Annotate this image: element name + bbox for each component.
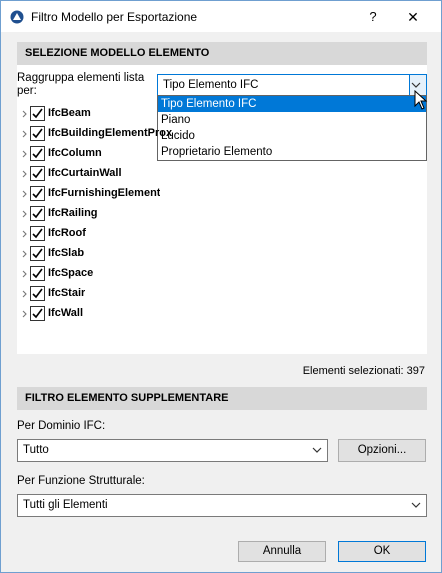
chevron-right-icon[interactable] (21, 188, 29, 200)
structural-value: Tutti gli Elementi (23, 499, 108, 511)
structural-label: Per Funzione Strutturale: (17, 475, 145, 487)
structural-dropdown[interactable]: Tutti gli Elementi (17, 494, 427, 517)
chevron-right-icon[interactable] (21, 108, 29, 120)
chevron-right-icon[interactable] (21, 248, 29, 260)
option-layer[interactable]: Lucido (158, 128, 426, 144)
tree-item[interactable]: IfcFurnishingElement (21, 185, 171, 203)
chevron-right-icon[interactable] (21, 128, 29, 140)
option-ifc-type[interactable]: Tipo Elemento IFC (158, 96, 426, 112)
checkmark-icon (32, 128, 43, 139)
options-button[interactable]: Opzioni... (338, 439, 426, 462)
tree-item-label: IfcWall (48, 307, 84, 319)
tree-item[interactable]: IfcColumn (21, 145, 171, 163)
checkbox[interactable] (30, 146, 45, 161)
checkmark-icon (32, 308, 43, 319)
tree-item[interactable]: IfcSpace (21, 265, 171, 283)
chevron-right-icon[interactable] (21, 288, 29, 300)
chevron-down-icon (312, 447, 322, 453)
tree-item[interactable]: IfcStair (21, 285, 171, 303)
checkmark-icon (32, 108, 43, 119)
chevron-right-icon[interactable] (21, 168, 29, 180)
checkbox[interactable] (30, 106, 45, 121)
tree-item-label: IfcStair (48, 287, 86, 299)
checkbox[interactable] (30, 306, 45, 321)
tree-item-label: IfcColumn (48, 147, 102, 159)
tree-item-label: IfcFurnishingElement (48, 187, 161, 199)
tree-item-label: IfcBuildingElementProxy (48, 127, 172, 139)
chevron-right-icon[interactable] (21, 308, 29, 320)
selected-count: Elementi selezionati: 397 (302, 365, 425, 377)
help-button[interactable]: ? (363, 7, 383, 27)
checkmark-icon (32, 148, 43, 159)
group-by-options-list: Tipo Elemento IFC Piano Lucido Proprieta… (157, 95, 427, 161)
tree-item[interactable]: IfcRoof (21, 225, 171, 243)
chevron-down-icon (411, 502, 421, 508)
tree-item-label: IfcBeam (48, 107, 91, 119)
section-header-model-selection: SELEZIONE MODELLO ELEMENTO (17, 42, 427, 65)
domain-label: Per Dominio IFC: (17, 420, 106, 432)
domain-dropdown[interactable]: Tutto (17, 439, 328, 462)
checkbox[interactable] (30, 266, 45, 281)
checkbox[interactable] (30, 286, 45, 301)
title-bar: Filtro Modello per Esportazione ? ✕ (1, 1, 441, 32)
section-header-supplementary: FILTRO ELEMENTO SUPPLEMENTARE (17, 387, 427, 410)
checkbox[interactable] (30, 166, 45, 181)
checkmark-icon (32, 268, 43, 279)
chevron-right-icon[interactable] (21, 228, 29, 240)
checkbox[interactable] (30, 246, 45, 261)
tree-item[interactable]: IfcBuildingElementProxy (21, 125, 172, 143)
checkmark-icon (32, 168, 43, 179)
checkbox[interactable] (30, 126, 45, 141)
group-by-dropdown[interactable]: Tipo Elemento IFC (157, 74, 427, 97)
window-title: Filtro Modello per Esportazione (31, 10, 198, 24)
checkmark-icon (32, 228, 43, 239)
tree-item[interactable]: IfcWall (21, 305, 171, 323)
domain-value: Tutto (23, 444, 49, 456)
option-owner[interactable]: Proprietario Elemento (158, 144, 426, 160)
tree-item-label: IfcRailing (48, 207, 98, 219)
app-icon (10, 10, 24, 24)
tree-item-label: IfcRoof (48, 227, 86, 239)
close-button[interactable]: ✕ (403, 7, 423, 27)
chevron-right-icon[interactable] (21, 268, 29, 280)
group-by-label: Raggruppa elementi lista per: (17, 72, 145, 97)
checkmark-icon (32, 248, 43, 259)
checkbox[interactable] (30, 226, 45, 241)
cancel-button[interactable]: Annulla (238, 541, 326, 562)
tree-item[interactable]: IfcRailing (21, 205, 171, 223)
checkmark-icon (32, 288, 43, 299)
chevron-right-icon[interactable] (21, 208, 29, 220)
tree-item-label: IfcSpace (48, 267, 94, 279)
tree-item[interactable]: IfcSlab (21, 245, 171, 263)
mouse-cursor-icon (414, 90, 428, 110)
export-filter-dialog: Filtro Modello per Esportazione ? ✕ SELE… (0, 0, 442, 573)
tree-item-label: IfcCurtainWall (48, 167, 122, 179)
checkmark-icon (32, 208, 43, 219)
checkbox[interactable] (30, 186, 45, 201)
tree-item[interactable]: IfcBeam (21, 105, 171, 123)
option-story[interactable]: Piano (158, 112, 426, 128)
tree-item[interactable]: IfcCurtainWall (21, 165, 171, 183)
tree-item-label: IfcSlab (48, 247, 85, 259)
checkmark-icon (32, 188, 43, 199)
ok-button[interactable]: OK (338, 541, 426, 562)
group-by-value: Tipo Elemento IFC (163, 79, 259, 91)
chevron-right-icon[interactable] (21, 148, 29, 160)
checkbox[interactable] (30, 206, 45, 221)
